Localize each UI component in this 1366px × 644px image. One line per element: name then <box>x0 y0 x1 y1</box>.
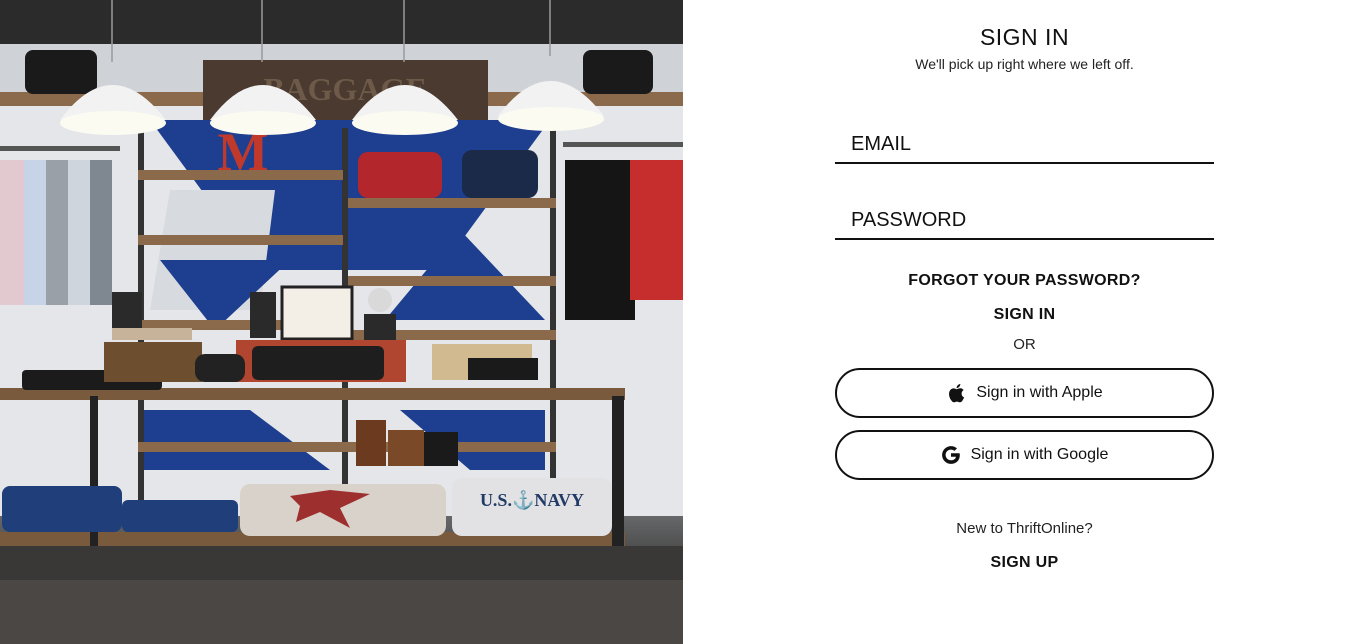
google-button-label: Sign in with Google <box>970 446 1109 463</box>
apple-icon <box>946 383 966 403</box>
store-photo: BAGGAGE M U.S.⚓NAVY <box>0 0 683 644</box>
google-icon <box>941 445 961 465</box>
page-subtitle: We'll pick up right where we left off. <box>915 56 1134 72</box>
signin-panel: SIGN IN We'll pick up right where we lef… <box>683 0 1366 644</box>
new-user-text: New to ThriftOnline? <box>956 520 1093 537</box>
password-field <box>835 202 1214 240</box>
sign-in-with-apple-button[interactable]: Sign in with Apple <box>835 368 1214 418</box>
email-field <box>835 126 1214 164</box>
sign-in-button[interactable]: SIGN IN <box>683 306 1366 324</box>
page-title: SIGN IN <box>979 24 1070 50</box>
signin-page: BAGGAGE M U.S.⚓NAVY SIGN IN We'll pick u… <box>0 0 1366 644</box>
or-divider: OR <box>1013 336 1036 353</box>
sweater-text: U.S.⚓NAVY <box>480 489 584 510</box>
apple-button-label: Sign in with Apple <box>976 384 1103 401</box>
forgot-password-link[interactable]: FORGOT YOUR PASSWORD? <box>683 272 1366 290</box>
password-input[interactable] <box>835 202 1214 238</box>
email-input[interactable] <box>835 126 1214 162</box>
sign-up-link[interactable]: SIGN UP <box>683 554 1366 572</box>
sign-in-with-google-button[interactable]: Sign in with Google <box>835 430 1214 480</box>
